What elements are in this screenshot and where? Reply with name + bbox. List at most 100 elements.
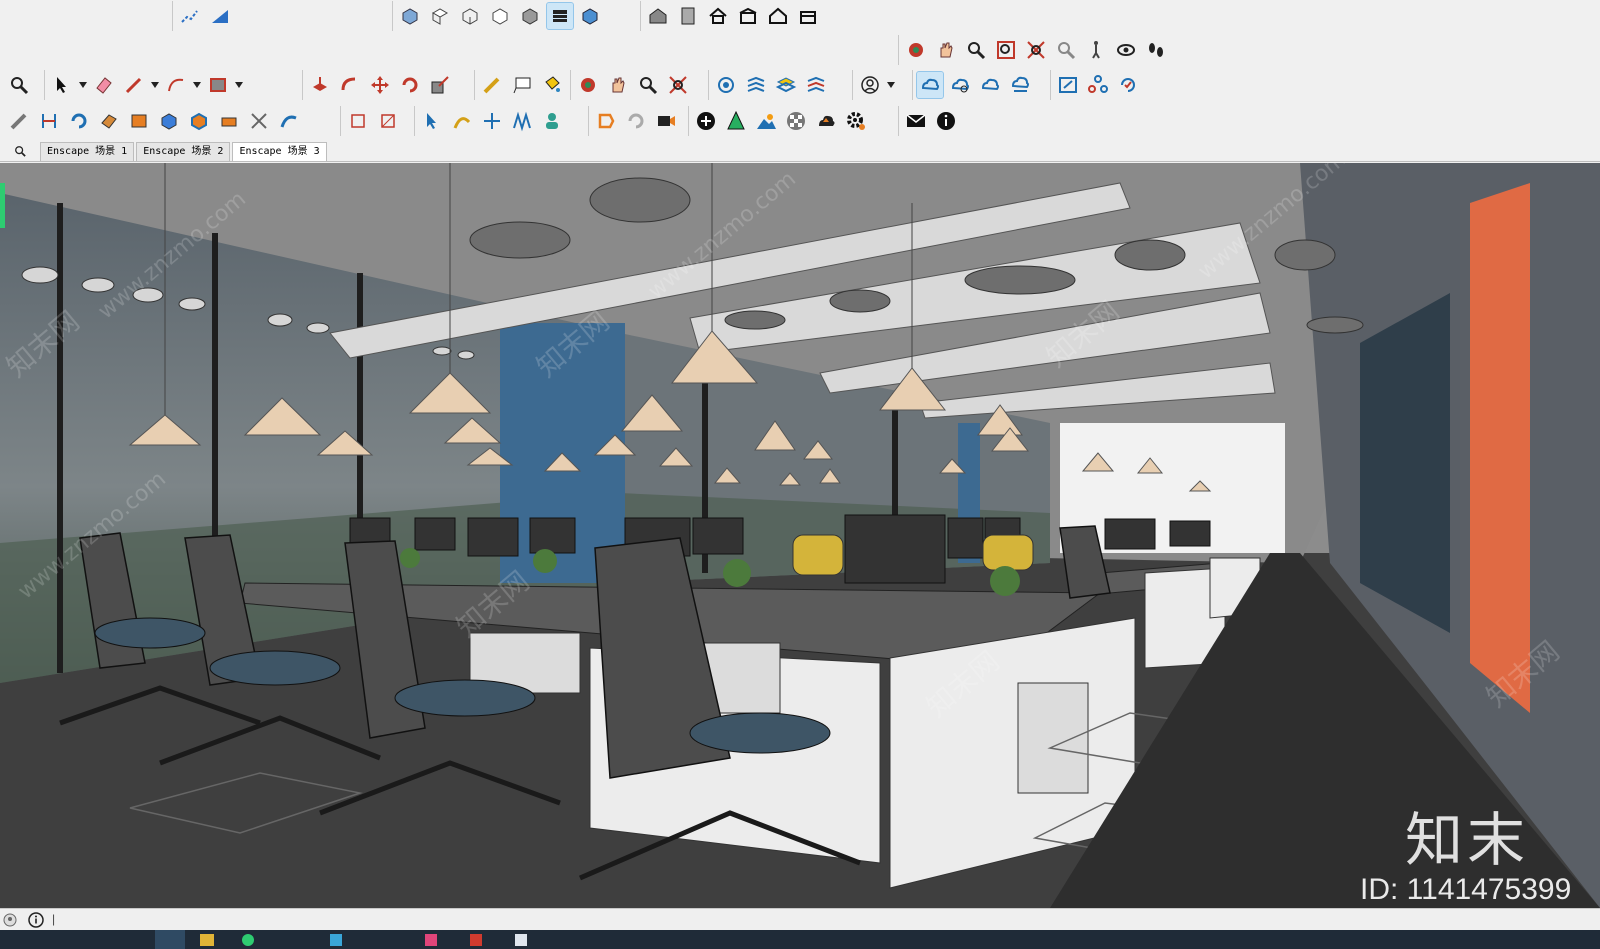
geo-location-icon[interactable] <box>2 912 18 928</box>
app-icon[interactable] <box>515 934 527 946</box>
stairs-icon[interactable] <box>509 108 535 134</box>
app-icon[interactable] <box>470 934 482 946</box>
box-icon[interactable] <box>795 3 821 29</box>
tree-icon[interactable] <box>723 108 749 134</box>
box-edit-icon[interactable] <box>186 108 212 134</box>
curve-icon[interactable] <box>449 108 475 134</box>
scissors-icon[interactable] <box>246 108 272 134</box>
magnifier-icon[interactable] <box>635 72 661 98</box>
app-icon[interactable] <box>330 934 342 946</box>
home-icon[interactable] <box>705 3 731 29</box>
components-icon[interactable] <box>803 72 829 98</box>
pencil-icon[interactable] <box>121 72 147 98</box>
hand-icon[interactable] <box>605 72 631 98</box>
gear-icon[interactable] <box>843 108 869 134</box>
search-icon[interactable] <box>0 141 40 161</box>
back-view-icon[interactable] <box>517 3 543 29</box>
door-icon[interactable] <box>675 3 701 29</box>
axes-icon[interactable] <box>479 108 505 134</box>
pan-icon[interactable] <box>933 37 959 63</box>
checker-icon[interactable] <box>783 108 809 134</box>
scene-tab-3[interactable]: Enscape 场景 3 <box>232 142 327 161</box>
person-icon[interactable] <box>539 108 565 134</box>
sync-icon[interactable] <box>623 108 649 134</box>
scale-icon[interactable] <box>427 72 453 98</box>
export-icon[interactable] <box>1055 72 1081 98</box>
refresh-check-icon[interactable] <box>1115 72 1141 98</box>
info-icon[interactable] <box>933 108 959 134</box>
model-viewport[interactable]: 知末网 www.znzmo.com 知末网 www.znzmo.com 知末网 … <box>0 163 1600 908</box>
info-status-icon[interactable] <box>28 912 44 928</box>
slope-icon[interactable] <box>207 3 233 29</box>
zoom-extents-icon[interactable] <box>1023 37 1049 63</box>
paint-bucket-icon[interactable] <box>539 72 565 98</box>
top-view-icon[interactable] <box>427 3 453 29</box>
sun-landscape-icon[interactable] <box>753 108 779 134</box>
rectangle-icon[interactable] <box>205 72 231 98</box>
scene-tab-1[interactable]: Enscape 场景 1 <box>40 142 135 161</box>
arrow-select-icon[interactable] <box>419 108 445 134</box>
zoom-tool-icon[interactable] <box>6 72 32 98</box>
stack-icon[interactable] <box>773 72 799 98</box>
pencil-dropdown-icon[interactable] <box>151 72 159 98</box>
home-alt-icon[interactable] <box>735 3 761 29</box>
dimension-icon[interactable] <box>36 108 62 134</box>
scene-tab-2[interactable]: Enscape 场景 2 <box>136 142 231 161</box>
zoom-extents-red-icon[interactable] <box>665 72 691 98</box>
app-icon[interactable] <box>425 934 437 946</box>
user-dropdown-icon[interactable] <box>887 72 895 98</box>
follow-me-icon[interactable] <box>337 72 363 98</box>
front-view-icon[interactable] <box>457 3 483 29</box>
flip-icon[interactable] <box>345 108 371 134</box>
home-outline-icon[interactable] <box>765 3 791 29</box>
zoom-icon[interactable] <box>963 37 989 63</box>
tape-measure-icon[interactable] <box>479 72 505 98</box>
orbit-icon[interactable] <box>903 37 929 63</box>
line-graph-icon[interactable] <box>177 3 203 29</box>
rotate-tool-icon[interactable] <box>66 108 92 134</box>
eraser-orange-icon[interactable] <box>216 108 242 134</box>
folder-icon[interactable] <box>200 934 214 946</box>
mail-icon[interactable] <box>903 108 929 134</box>
cloud-search-icon[interactable] <box>947 72 973 98</box>
right-view-icon[interactable] <box>487 3 513 29</box>
left-view-icon[interactable] <box>546 2 574 30</box>
rectangle-dropdown-icon[interactable] <box>235 72 243 98</box>
cloud-sync-icon[interactable] <box>977 72 1003 98</box>
zoom-window-icon[interactable] <box>993 37 1019 63</box>
box-orange-icon[interactable] <box>126 108 152 134</box>
browser-icon[interactable] <box>242 934 254 946</box>
house-icon[interactable] <box>645 3 671 29</box>
flip-alt-icon[interactable] <box>375 108 401 134</box>
user-icon[interactable] <box>857 72 883 98</box>
network-icon[interactable] <box>1085 72 1111 98</box>
select-dropdown-icon[interactable] <box>79 72 87 98</box>
section-plane-icon[interactable] <box>713 72 739 98</box>
arc-dropdown-icon[interactable] <box>193 72 201 98</box>
add-circle-icon[interactable] <box>693 108 719 134</box>
footprints-icon[interactable] <box>1143 37 1169 63</box>
walk-icon[interactable] <box>1083 37 1109 63</box>
taskbar-app-active[interactable] <box>155 930 185 949</box>
rotate-icon[interactable] <box>397 72 423 98</box>
eraser-icon[interactable] <box>91 72 117 98</box>
path-icon[interactable] <box>276 108 302 134</box>
text-icon[interactable] <box>509 72 535 98</box>
cloud-upload-icon[interactable] <box>813 108 839 134</box>
cloud-link-icon[interactable] <box>916 71 944 99</box>
tape-icon[interactable] <box>6 108 32 134</box>
video-icon[interactable] <box>653 108 679 134</box>
look-around-icon[interactable] <box>1113 37 1139 63</box>
arc-icon[interactable] <box>163 72 189 98</box>
export-orange-icon[interactable] <box>593 108 619 134</box>
layers-icon[interactable] <box>743 72 769 98</box>
iso-view-icon[interactable] <box>397 3 423 29</box>
move-icon[interactable] <box>367 72 393 98</box>
previous-view-icon[interactable] <box>1053 37 1079 63</box>
orbit-red-icon[interactable] <box>575 72 601 98</box>
select-icon[interactable] <box>49 72 75 98</box>
cloud-layers-icon[interactable] <box>1007 72 1033 98</box>
push-pull-icon[interactable] <box>307 72 333 98</box>
box-3d-icon[interactable] <box>96 108 122 134</box>
shaded-view-icon[interactable] <box>577 3 603 29</box>
